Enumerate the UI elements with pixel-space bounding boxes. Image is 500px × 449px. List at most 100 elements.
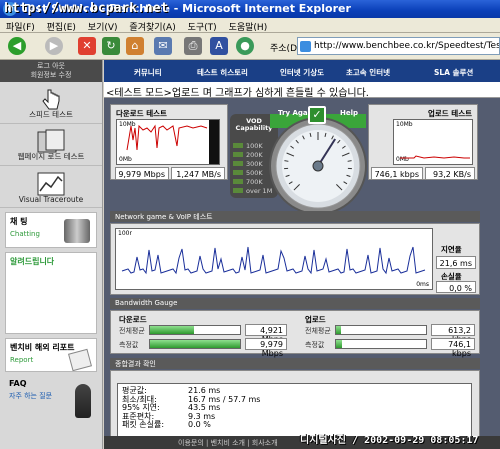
bw-up-meas-label: 측정값 <box>305 341 325 349</box>
menu-favorites[interactable]: 즐겨찾기(A) <box>129 23 175 33</box>
bw-down-avg-bar <box>149 325 241 335</box>
summary-row-p95: 95% 지연: 43.5 ms <box>122 403 221 412</box>
bw-up-avg-value: 613,2 kbps <box>431 324 475 344</box>
download-mbps: 9,979 Mbps <box>115 167 169 180</box>
latency-graph: 100r 0ms <box>115 228 433 290</box>
menu-view[interactable]: 보기(V) <box>88 23 118 33</box>
download-graph: 10Mb 0Mb <box>116 119 220 165</box>
topnav-test-history[interactable]: 테스트 히스토리 <box>197 67 248 78</box>
topnav-sla[interactable]: SLA 솔루션 <box>434 67 473 78</box>
report-icon <box>68 348 92 372</box>
chat-box[interactable]: 채 팅 Chatting <box>5 212 97 248</box>
loss-value: 0,0 % <box>436 281 476 293</box>
topnav-broadband[interactable]: 초고속 인터넷 <box>346 67 390 78</box>
print-icon[interactable]: ⎙ <box>184 37 202 55</box>
notice-box: 알려드립니다 <box>5 252 97 334</box>
toolbar: ◀ ▶ ✕ ↻ ⌂ ✉ ⎙ A ● 주소(D) http://www.bench… <box>0 33 500 60</box>
nav-speed-test[interactable]: 스피드 테스트 <box>0 82 102 124</box>
summary-row-loss: 패킷 손실률: 0.0 % <box>122 420 211 429</box>
font-icon[interactable]: A <box>210 37 228 55</box>
messenger-icon[interactable]: ● <box>236 37 254 55</box>
help-button[interactable]: Help <box>340 109 358 117</box>
stop-icon[interactable]: ✕ <box>78 37 96 55</box>
person-icon <box>75 384 91 418</box>
forward-icon[interactable]: ▶ <box>45 37 63 55</box>
vod-level-300k: 300K <box>233 160 263 168</box>
menu-edit[interactable]: 편집(E) <box>47 23 76 33</box>
member-edit-link[interactable]: 회원정보 수정 <box>0 71 102 80</box>
bw-up-meas-bar <box>335 339 427 349</box>
menu-bar: 파일(F) 편집(E) 보기(V) 즐겨찾기(A) 도구(T) 도움말(H) <box>0 18 500 33</box>
latency-label: 지연율 <box>441 245 462 254</box>
summary-row-minmax: 최소/최대: 16.7 ms / 57.7 ms <box>122 394 261 404</box>
chart-icon <box>37 172 65 196</box>
check-icon: ✓ <box>308 106 326 124</box>
page-icon <box>300 41 311 52</box>
bandwidth-panel: 다운로드 전체평균 4,921 Mbps 측정값 9,979 Mbps 업로드 … <box>110 310 480 358</box>
bw-down-avg-label: 전체평균 <box>119 327 145 335</box>
photo-timestamp: 디지털사진 / 2002-09-29 08:05:17 <box>300 435 479 446</box>
latency-value: 21,6 ms <box>436 256 476 269</box>
nav-webpage-load-test[interactable]: 웹페이지 로드 테스트 <box>0 124 102 166</box>
mail-icon[interactable]: ✉ <box>154 37 172 55</box>
summary-row-stddev: 표준편차: 9.3 ms <box>122 411 216 421</box>
vod-level-200k: 200K <box>233 151 263 159</box>
bw-down-meas-bar <box>149 339 241 349</box>
refresh-icon[interactable]: ↻ <box>102 37 120 55</box>
speed-gauge: Try Again Help ✓ <box>262 104 374 216</box>
upload-title: 업로드 테스트 <box>427 109 472 118</box>
download-level-bar <box>209 120 219 164</box>
latency-trace <box>121 246 426 275</box>
upload-kbs: 93,2 KB/s <box>425 167 475 180</box>
login-bar: 로그 아웃 회원정보 수정 <box>0 60 102 82</box>
download-trace <box>126 124 208 151</box>
topnav-community[interactable]: 커뮤니티 <box>134 67 162 78</box>
address-url: http://www.benchbee.co.kr/Speedtest/Test… <box>314 41 500 51</box>
download-mbs: 1,247 MB/s <box>171 167 225 180</box>
summary-row-avg: 평균값: 21.6 ms <box>122 386 221 395</box>
bw-up-avg-label: 전체평균 <box>305 327 331 335</box>
summary-section-title: 종합결과 확인 <box>110 358 480 369</box>
bw-up-meas-value: 746,1 kbps <box>431 338 475 358</box>
home-icon[interactable]: ⌂ <box>126 37 144 55</box>
topnav-internet-weather[interactable]: 인터넷 기상도 <box>280 67 324 78</box>
top-navigation: 커뮤니티 테스트 히스토리 인터넷 기상도 초고속 인터넷 SLA 솔루션 <box>104 60 500 82</box>
bandwidth-section-title: Bandwidth Gauge <box>110 298 480 309</box>
upload-trace <box>400 155 470 159</box>
address-label: 주소(D) <box>270 44 301 54</box>
logout-link[interactable]: 로그 아웃 <box>0 62 102 71</box>
nav-webpage-load-test-label: 웹페이지 로드 테스트 <box>17 152 85 161</box>
network-section-title: Network game & VoIP 테스트 <box>110 211 480 222</box>
nav-visual-traceroute-label: Visual Traceroute <box>18 195 84 204</box>
vod-level-100k: 100K <box>233 142 263 150</box>
download-title: 다운로드 테스트 <box>116 109 167 118</box>
watermark-url: http://www.bcpark.net <box>4 1 169 16</box>
upload-graph: 10Mb 0Mb <box>393 119 473 165</box>
report-box[interactable]: 벤치비 해외 리포트 Report <box>5 338 97 372</box>
vod-level-700k: 700K <box>233 178 263 186</box>
back-icon[interactable]: ◀ <box>8 37 26 55</box>
upload-panel: 업로드 테스트 10Mb 0Mb 746,1 kbps 93,2 KB/s <box>368 104 478 180</box>
vod-level-500k: 500K <box>233 169 263 177</box>
bw-down-meas-label: 측정값 <box>119 341 139 349</box>
bw-down-meas-value: 9,979 Mbps <box>245 338 287 358</box>
menu-help[interactable]: 도움말(H) <box>229 23 268 33</box>
menu-tools[interactable]: 도구(T) <box>188 23 217 33</box>
footer-links[interactable]: 이용문의 | 벤치비 소개 | 회사소개 <box>178 439 278 447</box>
bw-up-avg-bar <box>335 325 427 335</box>
address-input[interactable]: http://www.benchbee.co.kr/Speedtest/Test… <box>297 37 500 55</box>
test-mode-banner: <테스트 모드>업로드 며 그래프가 심하게 흔들릴 수 있습니다. <box>104 82 500 99</box>
left-sidebar: 로그 아웃 회원정보 수정 스피드 테스트 웹페이지 로드 테스트 Visual… <box>0 60 103 449</box>
bw-down-avg-value: 4,921 Mbps <box>245 324 287 344</box>
nav-visual-traceroute[interactable]: Visual Traceroute <box>0 166 102 208</box>
notice-title: 알려드립니다 <box>10 257 55 266</box>
phone-icon <box>64 219 90 243</box>
bw-download-title: 다운로드 <box>119 315 147 324</box>
bw-upload-title: 업로드 <box>305 315 326 324</box>
download-panel: 다운로드 테스트 10Mb 0Mb 9,979 Mbps 1,247 MB/s <box>110 104 228 180</box>
menu-file[interactable]: 파일(F) <box>6 23 35 33</box>
faq-box[interactable]: FAQ 자주 하는 질문 <box>5 376 97 436</box>
upload-kbps: 746,1 kbps <box>371 167 423 180</box>
nav-speed-test-label: 스피드 테스트 <box>29 110 73 119</box>
network-panel: 100r 0ms 지연율 21,6 ms 손실율 0,0 % <box>110 223 480 295</box>
